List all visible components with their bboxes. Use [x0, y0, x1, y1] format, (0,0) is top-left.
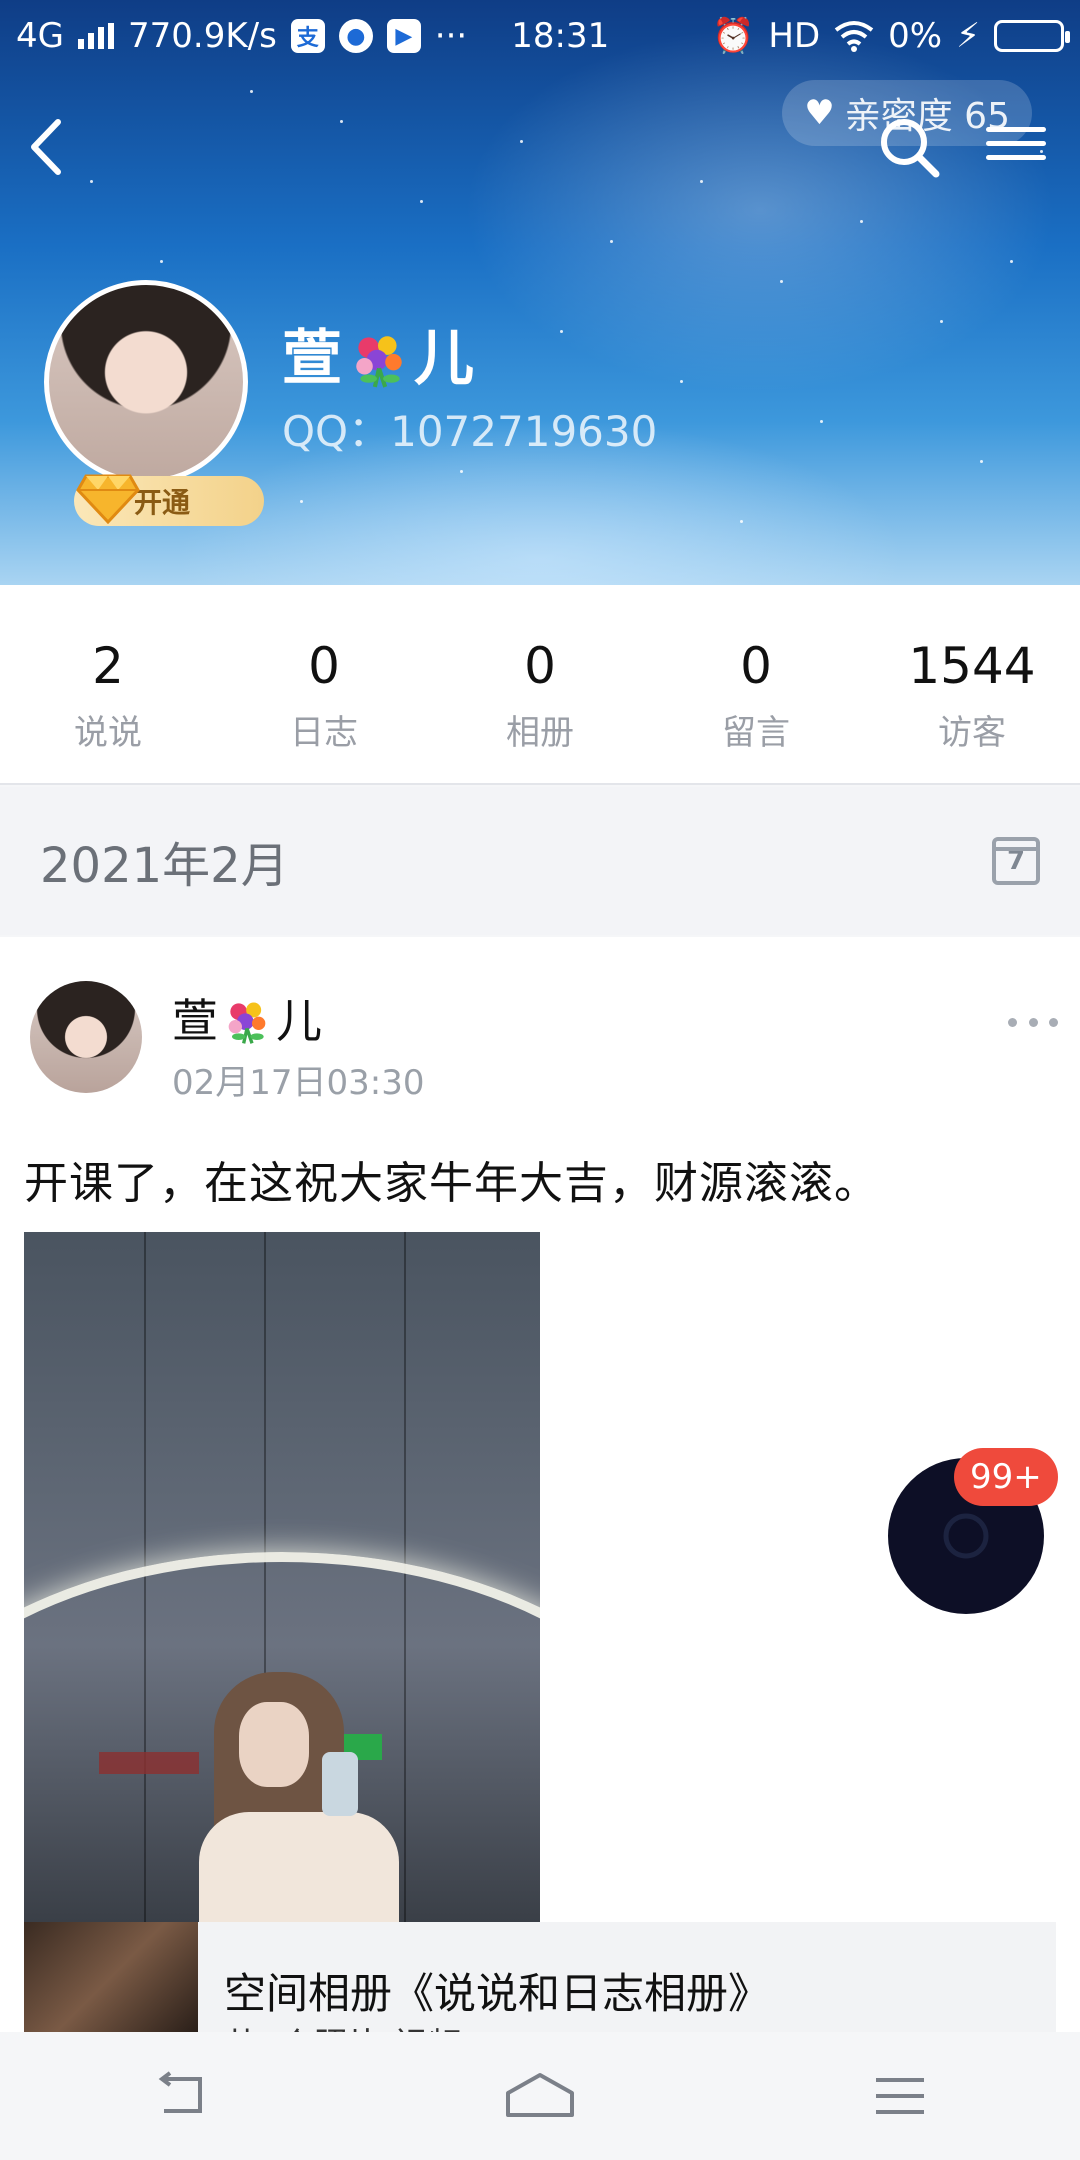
date-header: 2021年2月 7: [0, 787, 1080, 935]
album-thumbnail: [24, 1922, 198, 2032]
battery-percent: 0%: [888, 16, 943, 56]
nav-back-icon[interactable]: [135, 2061, 225, 2131]
post-author-avatar[interactable]: [30, 981, 142, 1093]
refresh-icon: [943, 1513, 989, 1559]
calendar-day: 7: [1006, 846, 1026, 876]
stat-messages[interactable]: 0 留言: [648, 585, 864, 783]
stat-value: 0: [740, 637, 772, 695]
heart-icon: ♥: [804, 93, 835, 133]
stat-label: 留言: [722, 713, 790, 753]
post-timestamp: 02月17日03:30: [172, 1063, 425, 1103]
video-app-icon: ▶: [386, 19, 421, 53]
post-photo[interactable]: [24, 1232, 540, 1922]
qzone-profile-screen: 4G 770.9K/s 支 ● ▶ ··· 18:31 ⏰ HD 0% ⚡ ♥ …: [0, 0, 1080, 2160]
diamond-icon: [76, 474, 140, 524]
clock: 18:31: [511, 16, 610, 56]
stat-value: 0: [524, 637, 556, 695]
stat-label: 访客: [938, 713, 1006, 753]
flower-icon: [356, 336, 402, 388]
post-text: 开课了，在这祝大家牛年大吉，财源滚滚。: [24, 1158, 879, 1209]
chevron-left-icon[interactable]: [22, 112, 72, 182]
stats-row: 2 说说 0 日志 0 相册 0 留言 1544 访客: [0, 585, 1080, 785]
charging-icon: ⚡: [956, 16, 980, 56]
stat-visitors[interactable]: 1544 访客: [864, 585, 1080, 783]
post-author-prefix: 萱: [172, 994, 218, 1048]
date-header-text: 2021年2月: [40, 838, 289, 894]
stat-albums[interactable]: 0 相册: [432, 585, 648, 783]
notification-badge: 99+: [954, 1448, 1058, 1506]
vip-label: 开通: [134, 486, 191, 519]
calendar-icon[interactable]: 7: [992, 837, 1040, 885]
flower-icon: [228, 1002, 266, 1044]
more-dots-icon[interactable]: [1008, 1007, 1058, 1037]
stat-label: 说说: [74, 713, 142, 753]
stat-label: 日志: [290, 713, 358, 753]
stat-value: 0: [308, 637, 340, 695]
stat-posts[interactable]: 2 说说: [0, 585, 216, 783]
profile-cover: 4G 770.9K/s 支 ● ▶ ··· 18:31 ⏰ HD 0% ⚡ ♥ …: [0, 0, 1080, 585]
menu-icon[interactable]: [986, 118, 1046, 178]
nav-home-icon[interactable]: [495, 2061, 585, 2131]
status-bar: 4G 770.9K/s 支 ● ▶ ··· 18:31 ⏰ HD 0% ⚡: [0, 0, 1080, 72]
battery-icon: [994, 20, 1070, 52]
album-subtitle: 共4个照片/视频: [224, 2018, 461, 2032]
profile-name: 萱 儿: [282, 310, 476, 397]
app-icon: ●: [338, 19, 373, 53]
alipay-icon: 支: [290, 19, 325, 53]
more-notifications: ···: [434, 16, 468, 56]
avatar[interactable]: [44, 280, 248, 484]
stat-value: 1544: [908, 637, 1036, 695]
profile-name-prefix: 萱: [282, 324, 344, 394]
system-nav-bar: [0, 2032, 1080, 2160]
network-type: 4G: [16, 16, 64, 56]
album-title: 空间相册《说说和日志相册》: [224, 1969, 771, 2018]
post-author-name[interactable]: 萱 儿: [172, 985, 322, 1051]
wifi-icon: [834, 21, 874, 52]
album-link-card[interactable]: 空间相册《说说和日志相册》 共4个照片/视频: [24, 1922, 1056, 2032]
network-speed: 770.9K/s: [127, 16, 277, 56]
stat-label: 相册: [506, 713, 574, 753]
signal-icon: [77, 23, 114, 49]
alarm-icon: ⏰: [712, 16, 755, 56]
search-icon[interactable]: [874, 112, 944, 182]
profile-name-suffix: 儿: [414, 324, 476, 394]
stat-value: 2: [92, 637, 124, 695]
post-author-suffix: 儿: [276, 994, 322, 1048]
qq-number: QQ：1072719630: [282, 407, 658, 456]
nav-menu-icon[interactable]: [855, 2061, 945, 2131]
profile-avatar-group[interactable]: 开通: [44, 280, 264, 526]
hd-label: HD: [768, 16, 821, 56]
vip-badge[interactable]: 开通: [74, 474, 264, 526]
stat-blogs[interactable]: 0 日志: [216, 585, 432, 783]
